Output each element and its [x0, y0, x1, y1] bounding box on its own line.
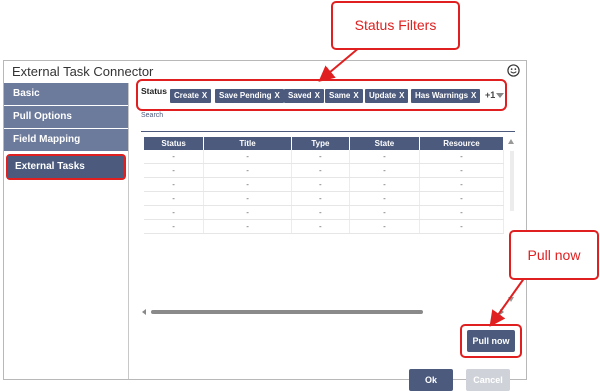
vertical-scroll-thumb[interactable] [510, 151, 514, 211]
sidebar-item-basic[interactable]: Basic [4, 83, 128, 106]
table-cell: - [419, 177, 505, 192]
scroll-right-icon[interactable] [500, 309, 504, 315]
sidebar-item-external-tasks[interactable]: External Tasks [8, 156, 124, 178]
column-header-title[interactable]: Title [203, 137, 292, 150]
table-cell: - [419, 191, 505, 206]
table-cell: - [203, 163, 292, 178]
table-cell: - [144, 191, 205, 206]
more-filters-count[interactable]: +1 [485, 90, 495, 100]
sidebar-item-label: Field Mapping [13, 134, 81, 145]
table-cell: - [203, 177, 292, 192]
table-cell: - [349, 191, 420, 206]
table-cell: - [349, 205, 420, 220]
table-cell: - [291, 205, 350, 220]
table-cell: - [144, 219, 205, 234]
horizontal-scroll-thumb[interactable] [151, 310, 423, 314]
chevron-down-icon[interactable] [496, 93, 504, 98]
table-row[interactable]: ----- [144, 191, 505, 206]
table-cell: - [291, 219, 350, 234]
sidebar-item-field-mapping[interactable]: Field Mapping [4, 129, 128, 152]
search-label: Search [141, 112, 164, 119]
table-cell: - [291, 191, 350, 206]
table-cell: - [349, 177, 420, 192]
sidebar-item-pull-options[interactable]: Pull Options [4, 106, 128, 129]
tasks-table: Status Title Type State Resource ----- -… [144, 137, 505, 234]
table-row[interactable]: ----- [144, 150, 505, 164]
remove-chip-icon[interactable]: X [274, 91, 279, 100]
table-cell: - [144, 205, 205, 220]
column-header-status[interactable]: Status [144, 137, 205, 150]
table-cell: - [349, 219, 420, 234]
dialog-title: External Task Connector [12, 64, 154, 79]
table-row[interactable]: ----- [144, 177, 505, 192]
pull-now-button[interactable]: Pull now [467, 330, 515, 352]
table-cell: - [349, 163, 420, 178]
table-cell: - [419, 163, 505, 178]
chip-label: Has Warnings [415, 91, 469, 100]
table-row[interactable]: ----- [144, 163, 505, 178]
table-cell: - [291, 163, 350, 178]
remove-chip-icon[interactable]: X [399, 91, 404, 100]
filter-chip-update[interactable]: Update X [365, 89, 409, 103]
table-row[interactable]: ----- [144, 205, 505, 220]
table-cell: - [203, 219, 292, 234]
chip-label: Same [329, 91, 351, 100]
column-header-state[interactable]: State [349, 137, 420, 150]
sidebar-item-label: External Tasks [15, 161, 85, 172]
table-cell: - [419, 205, 505, 220]
chip-label: Update [369, 91, 397, 100]
scroll-left-icon[interactable] [142, 309, 146, 315]
filter-chip-saved[interactable]: Saved X [284, 89, 324, 103]
remove-chip-icon[interactable]: X [315, 91, 320, 100]
column-header-type[interactable]: Type [291, 137, 350, 150]
remove-chip-icon[interactable]: X [202, 91, 207, 100]
scroll-down-icon[interactable] [508, 297, 514, 302]
pull-now-callout: Pull now [509, 230, 599, 280]
table-cell: - [144, 177, 205, 192]
smiley-icon[interactable] [507, 64, 520, 77]
scroll-up-icon[interactable] [508, 139, 514, 144]
table-cell: - [419, 150, 505, 164]
table-cell: - [349, 150, 420, 164]
chip-label: Save Pending [219, 91, 272, 100]
pull-now-highlight: Pull now [460, 324, 522, 358]
remove-chip-icon[interactable]: X [353, 91, 358, 100]
remove-chip-icon[interactable]: X [471, 91, 476, 100]
filter-chip-has-warnings[interactable]: Has Warnings X [411, 89, 481, 103]
table-cell: - [203, 205, 292, 220]
filter-chip-same[interactable]: Same X [325, 89, 363, 103]
horizontal-scrollbar[interactable] [142, 308, 504, 316]
status-filter-label: Status [141, 86, 167, 96]
cancel-button[interactable]: Cancel [466, 369, 510, 391]
sidebar: Basic Pull Options Field Mapping Externa… [4, 83, 129, 379]
chip-label: Saved [288, 91, 312, 100]
search-input[interactable] [141, 131, 515, 132]
filter-chip-save-pending[interactable]: Save Pending X [215, 89, 284, 103]
table-row[interactable]: ----- [144, 219, 505, 234]
chip-label: Create [174, 91, 199, 100]
status-filter-bar: Status Create X Save Pending X Saved X Same… [136, 79, 507, 111]
table-cell: - [291, 150, 350, 164]
status-filters-callout: Status Filters [331, 1, 460, 50]
sidebar-item-label: Pull Options [13, 111, 72, 122]
table-header-row: Status Title Type State Resource [144, 137, 505, 150]
table-cell: - [144, 163, 205, 178]
sidebar-item-label: Basic [13, 88, 40, 99]
filter-chip-create[interactable]: Create X [170, 89, 212, 103]
external-tasks-grid: Status Title Type State Resource ----- -… [144, 137, 518, 305]
table-cell: - [419, 219, 505, 234]
table-cell: - [203, 191, 292, 206]
table-cell: - [203, 150, 292, 164]
ok-button[interactable]: Ok [409, 369, 453, 391]
table-cell: - [291, 177, 350, 192]
column-header-resource[interactable]: Resource [419, 137, 505, 150]
external-task-connector-dialog: External Task Connector Basic Pull Optio… [3, 60, 527, 391]
sidebar-item-highlight: External Tasks [6, 154, 126, 180]
table-cell: - [144, 150, 205, 164]
